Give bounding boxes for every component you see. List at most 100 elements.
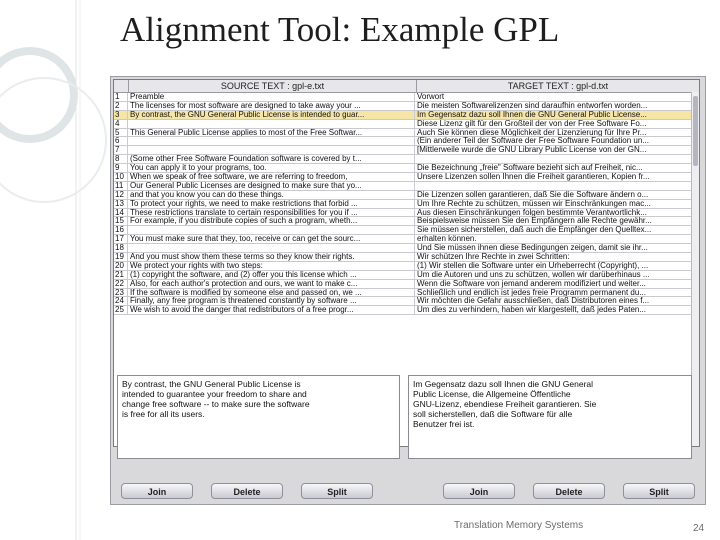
source-join-button[interactable]: Join: [121, 483, 193, 499]
source-split-button[interactable]: Split: [301, 483, 373, 499]
vertical-scrollbar[interactable]: [691, 92, 699, 446]
table-row[interactable]: 17 You must make sure that they, too, rec…: [114, 235, 699, 245]
table-row[interactable]: 1 Preamble Vorwort: [114, 93, 699, 102]
target-editor-line: Benutzer frei ist.: [413, 419, 475, 429]
table-row[interactable]: 16 Sie müssen sicherstellen, daß auch die…: [114, 226, 699, 236]
target-segment-editor[interactable]: Im Gegensatz dazu soll Ihnen die GNU Gen…: [408, 375, 692, 459]
source-cell: You must make sure that they, too, recei…: [128, 235, 415, 244]
source-cell: Also, for each author's protection and o…: [128, 279, 415, 288]
row-number: 24: [114, 297, 128, 306]
table-row[interactable]: 8 (Some other Free Software Foundation so…: [114, 155, 699, 165]
source-cell: This General Public License applies to m…: [128, 128, 415, 137]
table-row[interactable]: 19 And you must show them these terms so …: [114, 253, 699, 262]
source-cell: Our General Public Licenses are designed…: [128, 181, 415, 190]
source-editor-line: change free software -- to make sure the…: [122, 399, 310, 409]
table-row[interactable]: 6 (Ein anderer Teil der Software der Free…: [114, 137, 699, 147]
table-row[interactable]: 5 This General Public License applies to …: [114, 128, 699, 138]
source-cell: Preamble: [128, 93, 415, 101]
source-cell: When we speak of free software, we are r…: [128, 173, 415, 181]
target-split-button[interactable]: Split: [623, 483, 695, 499]
source-cell: By contrast, the GNU General Public Lice…: [128, 110, 415, 119]
row-number: 5: [114, 128, 128, 137]
target-cell: Um Ihre Rechte zu schützen, müssen wir E…: [417, 199, 651, 208]
source-cell: [128, 244, 415, 253]
table-row[interactable]: 24 Finally, any free program is threatene…: [114, 297, 699, 307]
source-cell: [128, 226, 415, 235]
table-row[interactable]: 2 The licenses for most software are desi…: [114, 101, 699, 111]
target-delete-button[interactable]: Delete: [533, 483, 605, 499]
target-cell: Die Lizenzen sollen garantieren, daß Sie…: [417, 190, 649, 199]
source-cell: These restrictions translate to certain …: [128, 208, 415, 217]
target-cell: Sie müssen sicherstellen, daß auch die E…: [417, 226, 652, 235]
source-segment-editor[interactable]: By contrast, the GNU General Public Lice…: [117, 375, 400, 459]
row-number-header: [114, 80, 129, 92]
table-row[interactable]: 7 [Mittlerweile wurde die GNU Library Pub…: [114, 146, 699, 156]
target-cell: Um dies zu verhindern, haben wir klarges…: [417, 306, 647, 315]
source-cell: and that you know you can do these thing…: [128, 190, 415, 199]
table-row[interactable]: 11 Our General Public Licenses are design…: [114, 181, 699, 191]
target-cell: Die meisten Softwarelizenzen sind darauf…: [417, 101, 648, 110]
table-row[interactable]: 10 When we speak of free software, we are…: [114, 173, 699, 182]
table-header: SOURCE TEXT : gpl-e.txt TARGET TEXT : gp…: [114, 80, 699, 93]
target-cell: Unsere Lizenzen sollen Ihnen die Freihei…: [417, 173, 650, 181]
row-number: 25: [114, 306, 128, 315]
target-editor-line: Im Gegensatz dazu soll Ihnen die GNU Gen…: [413, 379, 594, 389]
table-row[interactable]: 3 By contrast, the GNU General Public Lic…: [114, 110, 699, 120]
source-editor-line: intended to guarantee your freedom to sh…: [122, 389, 307, 399]
table-row[interactable]: 23 If the software is modified by someone…: [114, 288, 699, 298]
row-number: 15: [114, 217, 128, 226]
row-number: 9: [114, 164, 128, 173]
source-cell: If the software is modified by someone e…: [128, 288, 415, 297]
row-number: 1: [114, 93, 128, 101]
table-rows: 1 Preamble Vorwort 2 The licenses for most s…: [114, 93, 699, 316]
source-cell: (Some other Free Software Foundation sof…: [128, 155, 415, 164]
target-cell: Wir möchten die Gefahr ausschließen, daß…: [417, 297, 650, 306]
target-cell: Die Bezeichnung „freie" Software bezieht…: [417, 164, 643, 173]
row-number: 4: [114, 119, 128, 128]
table-row[interactable]: 12 and that you know you can do these thi…: [114, 190, 699, 200]
row-number: 19: [114, 253, 128, 261]
row-number: 13: [114, 199, 128, 208]
source-cell: We protect your rights with two steps:: [128, 261, 415, 270]
table-row[interactable]: 13 To protect your rights, we need to mak…: [114, 199, 699, 209]
target-cell: Um die Autoren und uns zu schützen, woll…: [417, 270, 650, 279]
table-row[interactable]: 22 Also, for each author's protection and…: [114, 279, 699, 289]
target-cell: Wenn die Software von jemand anderem mod…: [417, 279, 646, 288]
target-cell: Diese Lizenz gilt für den Großteil der v…: [417, 119, 647, 128]
source-editor-line: is free for all its users.: [122, 409, 205, 419]
source-delete-button[interactable]: Delete: [211, 483, 283, 499]
row-number: 23: [114, 288, 128, 297]
table-row[interactable]: 25 We wish to avoid the danger that redis…: [114, 306, 699, 316]
scrollbar-thumb[interactable]: [693, 96, 698, 166]
table-row[interactable]: 18 Und Sie müssen ihnen diese Bedingungen…: [114, 244, 699, 254]
table-row[interactable]: 4 Diese Lizenz gilt für den Großteil der …: [114, 119, 699, 129]
target-cell: Beispielsweise müssen Sie den Empfängern…: [417, 217, 652, 226]
table-row[interactable]: 14 These restrictions translate to certai…: [114, 208, 699, 218]
slide-footer: Translation Memory Systems: [454, 520, 584, 531]
table-row[interactable]: 21 (1) copyright the software, and (2) of…: [114, 270, 699, 280]
source-cell: Finally, any free program is threatened …: [128, 297, 415, 306]
target-cell: Auch Sie können diese Möglichkeit der Li…: [417, 128, 647, 137]
table-row[interactable]: 9 You can apply it to your programs, too.…: [114, 164, 699, 174]
table-row[interactable]: 15 For example, if you distribute copies …: [114, 217, 699, 227]
source-cell: [128, 146, 415, 155]
row-number: 21: [114, 270, 128, 279]
row-number: 14: [114, 208, 128, 217]
target-join-button[interactable]: Join: [443, 483, 515, 499]
target-editor-line: GNU-Lizenz, ebendiese Freiheit garantier…: [413, 399, 597, 409]
source-cell: And you must show them these terms so th…: [128, 253, 415, 261]
row-number: 12: [114, 190, 128, 199]
target-cell: Im Gegensatz dazu soll Ihnen die GNU Gen…: [417, 110, 647, 119]
target-editor-line: soll sicherstellen, daß die Software für…: [413, 409, 573, 419]
source-cell: For example, if you distribute copies of…: [128, 217, 415, 226]
table-row[interactable]: 20 We protect your rights with two steps:…: [114, 261, 699, 271]
target-cell: (Ein anderer Teil der Software der Free …: [417, 137, 649, 146]
row-number: 3: [114, 110, 128, 119]
target-cell: Und Sie müssen ihnen diese Bedingungen z…: [417, 244, 648, 253]
decorative-circles: [0, 0, 107, 540]
target-cell: [415, 182, 699, 190]
row-number: 16: [114, 226, 128, 235]
source-cell: The licenses for most software are desig…: [128, 101, 415, 110]
source-cell: [128, 137, 415, 146]
target-cell: Wir schützen Ihre Rechte in zwei Schritt…: [417, 253, 570, 261]
